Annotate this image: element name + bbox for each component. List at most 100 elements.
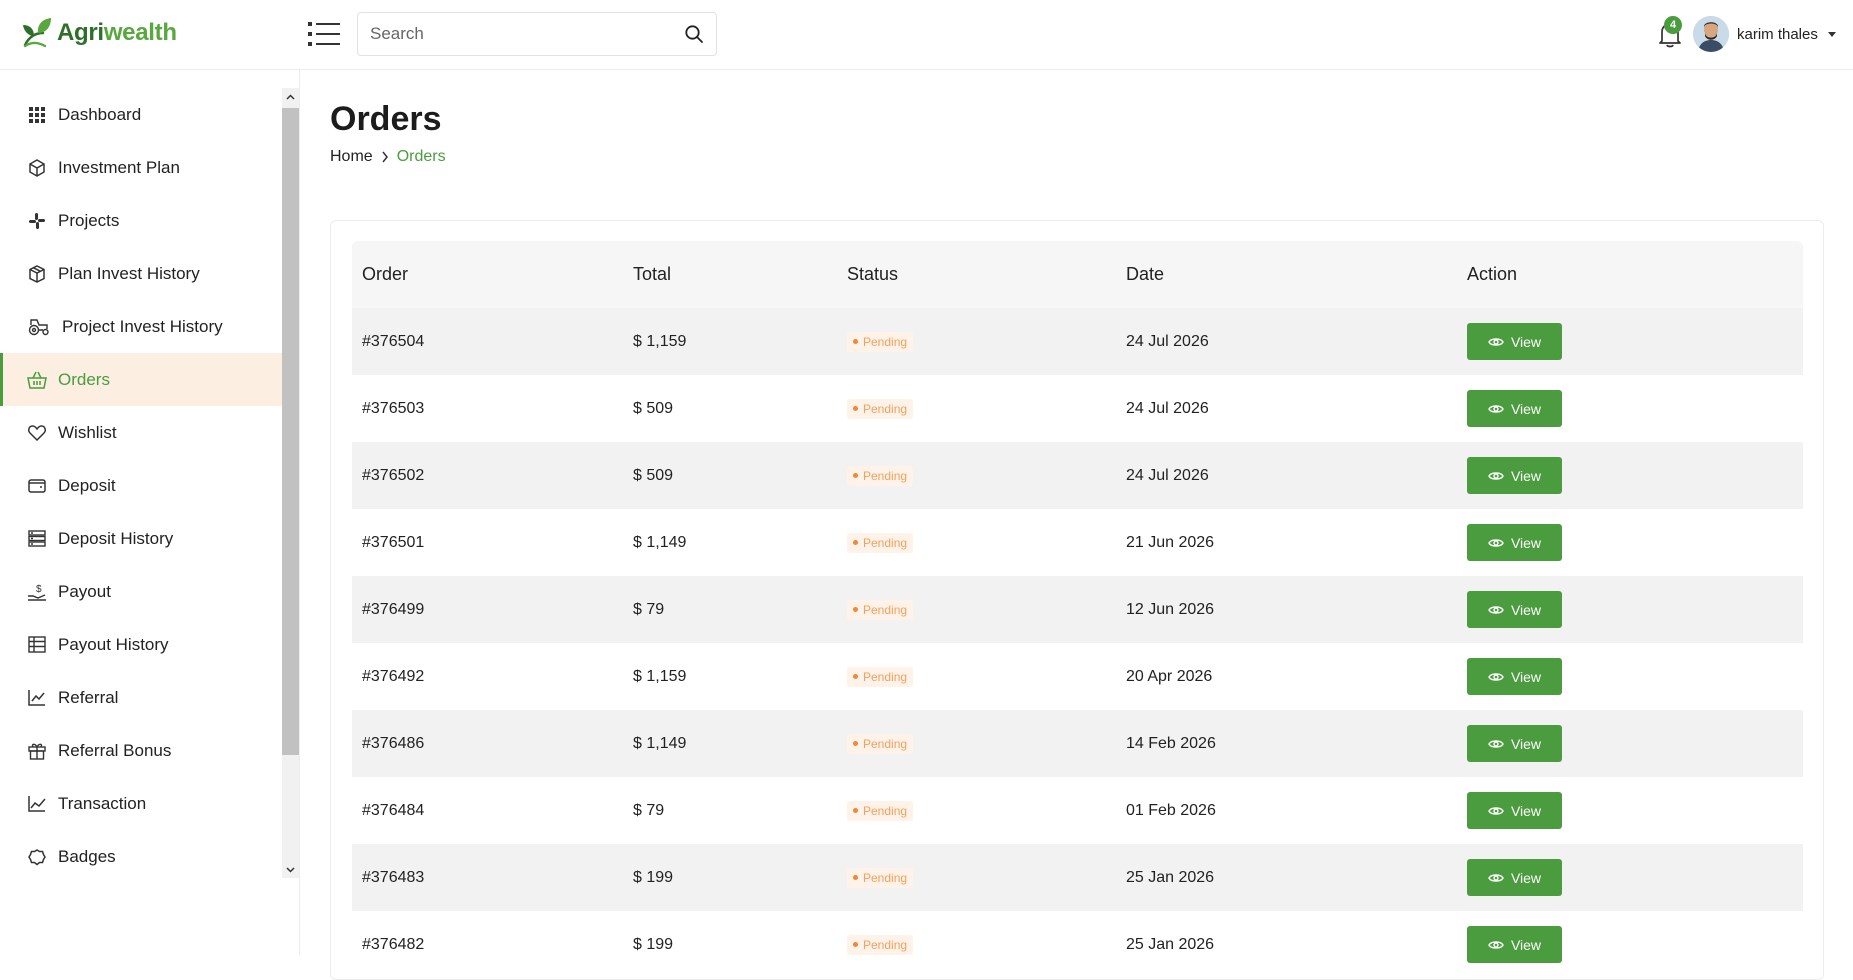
sidebar-item-badges[interactable]: Badges: [0, 830, 282, 883]
sidebar-item-projects[interactable]: Projects: [0, 194, 282, 247]
slack-icon: [27, 211, 47, 231]
order-id: #376483: [362, 868, 425, 886]
order-total: $ 509: [633, 466, 674, 484]
view-label: View: [1510, 936, 1542, 953]
view-label: View: [1510, 467, 1542, 484]
header-action: Action: [1467, 264, 1518, 284]
status-cell: Pending: [837, 398, 1116, 419]
sidebar-item-transaction[interactable]: Transaction: [0, 777, 282, 830]
sidebar-item-label: Referral: [58, 687, 119, 707]
action-cell: View: [1457, 323, 1803, 360]
action-cell: View: [1457, 524, 1803, 561]
view-label: View: [1510, 400, 1542, 417]
menu-list-icon[interactable]: [307, 19, 341, 49]
action-cell: View: [1457, 658, 1803, 695]
sidebar-item-dashboard[interactable]: Dashboard: [0, 88, 282, 141]
view-button[interactable]: View: [1467, 725, 1562, 762]
table-row: #376499 $ 79 Pending 12 Jun 2026 View: [352, 576, 1803, 643]
status-badge: Pending: [847, 867, 914, 888]
header-status: Status: [847, 264, 899, 284]
table-row: #376502 $ 509 Pending 24 Jul 2026 View: [352, 442, 1803, 509]
status-text: Pending: [863, 870, 908, 885]
breadcrumb-home-link[interactable]: Home: [330, 148, 373, 166]
sidebar-scrollbar[interactable]: [282, 88, 299, 878]
order-date: 25 Jan 2026: [1126, 868, 1215, 886]
sidebar-item-plan-invest-history[interactable]: Plan Invest History: [0, 247, 282, 300]
order-total: $ 1,149: [633, 533, 687, 551]
status-badge: Pending: [847, 532, 914, 553]
sidebar-item-deposit[interactable]: Deposit: [0, 459, 282, 512]
notification-badge: 4: [1664, 16, 1682, 34]
sidebar-item-wishlist[interactable]: Wishlist: [0, 406, 282, 459]
status-cell: Pending: [837, 733, 1116, 754]
status-dot: [853, 942, 858, 948]
sidebar-item-payout-history[interactable]: Payout History: [0, 618, 282, 671]
sidebar-item-payout[interactable]: $ Payout: [0, 565, 282, 618]
status-text: Pending: [863, 937, 908, 952]
scroll-down-icon[interactable]: [282, 861, 299, 878]
scroll-up-icon[interactable]: [282, 88, 299, 105]
view-button[interactable]: View: [1467, 926, 1562, 963]
sidebar-item-label: Dashboard: [58, 104, 142, 124]
scrollbar-thumb[interactable]: [282, 108, 299, 755]
wallet-icon: [27, 476, 47, 496]
table-row: #376486 $ 1,149 Pending 14 Feb 2026 View: [352, 710, 1803, 777]
order-date: 14 Feb 2026: [1126, 734, 1216, 752]
order-id: #376486: [362, 734, 425, 752]
view-button[interactable]: View: [1467, 323, 1562, 360]
search-icon[interactable]: [672, 13, 716, 55]
order-total: $ 509: [633, 399, 674, 417]
status-cell: Pending: [837, 331, 1116, 352]
sidebar-item-orders[interactable]: Orders: [0, 353, 282, 406]
cube-icon: [27, 158, 47, 178]
basket-icon: [27, 370, 47, 390]
user-menu[interactable]: karim thales: [1693, 16, 1836, 52]
view-button[interactable]: View: [1467, 457, 1562, 494]
sidebar-item-deposit-history[interactable]: Deposit History: [0, 512, 282, 565]
view-label: View: [1510, 869, 1542, 886]
view-button[interactable]: View: [1467, 658, 1562, 695]
chevron-right-icon: [382, 151, 388, 163]
sidebar-item-label: Deposit: [58, 475, 116, 495]
status-badge: Pending: [847, 331, 914, 352]
sidebar-item-label: Transaction: [58, 793, 147, 813]
order-id: #376503: [362, 399, 425, 417]
brand-logo[interactable]: Agriwealth: [20, 16, 177, 50]
search-input[interactable]: [358, 13, 672, 55]
sidebar-item-investment-plan[interactable]: Investment Plan: [0, 141, 282, 194]
order-date: 24 Jul 2026: [1126, 399, 1209, 417]
action-cell: View: [1457, 926, 1803, 963]
status-cell: Pending: [837, 465, 1116, 486]
sidebar-item-referral-bonus[interactable]: Referral Bonus: [0, 724, 282, 777]
status-cell: Pending: [837, 800, 1116, 821]
order-id: #376504: [362, 332, 425, 350]
eye-icon: [1488, 805, 1504, 817]
order-id: #376484: [362, 801, 425, 819]
orders-table: Order Total Status Date Action #376504 $ …: [352, 241, 1803, 978]
status-text: Pending: [863, 736, 908, 751]
sidebar: Dashboard Investment Plan Projects Plan …: [0, 70, 300, 955]
eye-icon: [1488, 671, 1504, 683]
top-bar: Agriwealth 4 karim thales: [0, 0, 1853, 70]
eye-icon: [1488, 738, 1504, 750]
sidebar-item-label: Projects: [58, 210, 120, 230]
view-button[interactable]: View: [1467, 591, 1562, 628]
view-button[interactable]: View: [1467, 390, 1562, 427]
view-label: View: [1510, 601, 1542, 618]
sidebar-item-label: Badges: [58, 846, 116, 866]
view-label: View: [1510, 668, 1542, 685]
box-icon: [27, 264, 47, 284]
sidebar-item-project-invest-history[interactable]: Project Invest History: [0, 300, 282, 353]
brand-name-part2: wealth: [103, 19, 177, 46]
view-button[interactable]: View: [1467, 792, 1562, 829]
breadcrumb-current: Orders: [396, 148, 446, 165]
table-row: #376501 $ 1,149 Pending 21 Jun 2026 View: [352, 509, 1803, 576]
hand-coin-icon: $: [27, 582, 47, 602]
view-button[interactable]: View: [1467, 524, 1562, 561]
action-cell: View: [1457, 725, 1803, 762]
status-text: Pending: [863, 602, 908, 617]
status-dot: [853, 741, 858, 747]
action-cell: View: [1457, 591, 1803, 628]
view-button[interactable]: View: [1467, 859, 1562, 896]
sidebar-item-referral[interactable]: Referral: [0, 671, 282, 724]
